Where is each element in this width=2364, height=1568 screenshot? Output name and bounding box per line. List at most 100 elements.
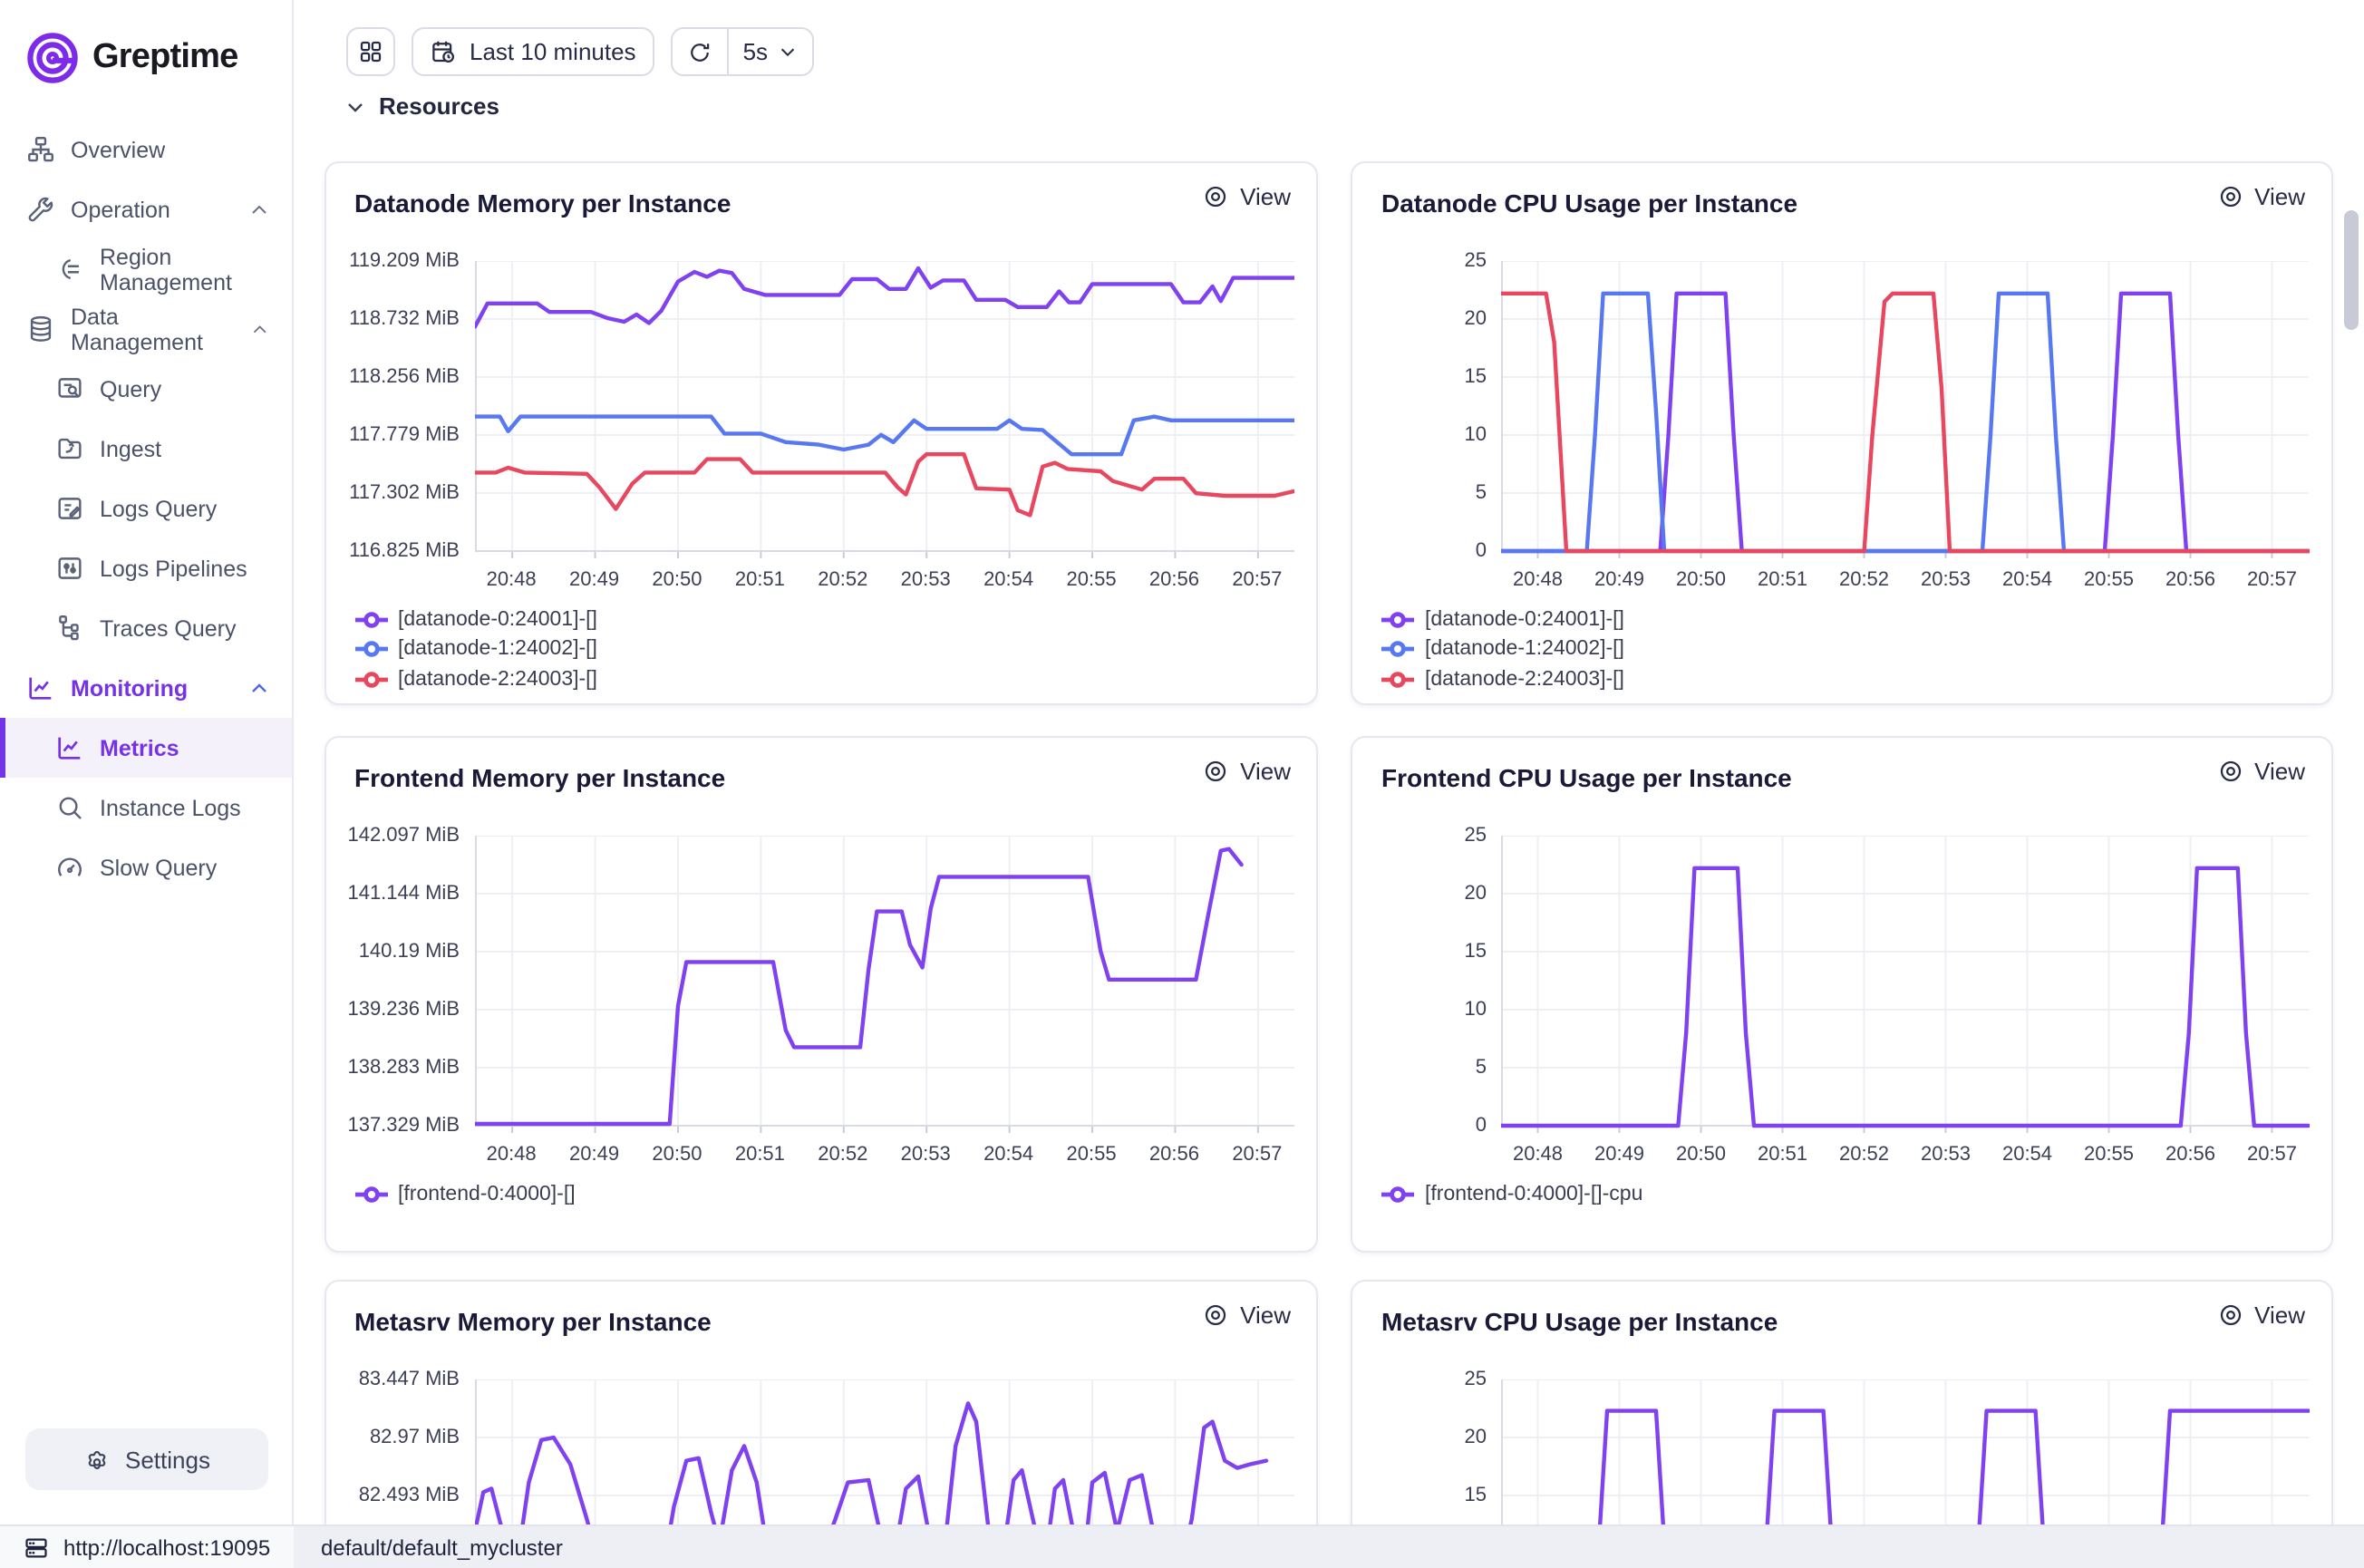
vertical-scrollbar-thumb[interactable]	[2344, 210, 2359, 330]
chevron-up-icon[interactable]	[248, 677, 270, 699]
sidebar-nav: Overview Operation Region Management Dat…	[0, 91, 292, 897]
database-icon	[25, 314, 56, 344]
x-axis-tick-label: 20:51	[735, 568, 785, 590]
refresh-button[interactable]	[673, 29, 727, 74]
y-axis-tick-label: 116.825 MiB	[333, 539, 460, 561]
resources-section-toggle[interactable]: Resources	[344, 92, 499, 120]
x-axis-tick-label: 20:57	[1232, 1144, 1282, 1166]
eye-icon	[1202, 1302, 1229, 1329]
sidebar-item-traces-query[interactable]: Traces Query	[0, 598, 292, 658]
traces-icon	[54, 613, 85, 644]
legend-item[interactable]: [frontend-0:4000]-[]	[354, 1180, 576, 1210]
x-axis-tick-label: 20:56	[2165, 568, 2215, 590]
cluster-name: default/default_mycluster	[321, 1534, 563, 1560]
sidebar-item-label: Data Management	[71, 304, 237, 354]
sidebar-item-ingest[interactable]: Ingest	[0, 419, 292, 479]
sidebar-item-metrics[interactable]: Metrics	[0, 718, 292, 778]
view-button[interactable]: View	[2216, 182, 2305, 209]
x-axis-tick-label: 20:57	[2247, 1144, 2297, 1166]
view-label: View	[2254, 1302, 2305, 1329]
legend-item[interactable]: [datanode-1:24002]-[]	[1381, 634, 1624, 664]
refresh-control: 5s	[671, 27, 813, 76]
x-axis-tick-label: 20:49	[1594, 1144, 1644, 1166]
sidebar-item-operation[interactable]: Operation	[0, 179, 292, 239]
y-axis-tick-label: 25	[1360, 825, 1487, 847]
dashboard-layout-button[interactable]	[346, 27, 395, 76]
sidebar-item-slow-query[interactable]: Slow Query	[0, 837, 292, 897]
legend-label: [datanode-2:24003]-[]	[398, 669, 597, 691]
legend-marker-icon	[354, 639, 387, 661]
x-axis-tick-label: 20:55	[2084, 568, 2134, 590]
sidebar-item-overview[interactable]: Overview	[0, 120, 292, 179]
y-axis-tick-label: 82.493 MiB	[333, 1485, 460, 1506]
view-button[interactable]: View	[1202, 758, 1291, 785]
greptime-logo[interactable]: Greptime	[0, 0, 292, 91]
legend-item[interactable]: [datanode-2:24003]-[]	[1381, 664, 1624, 694]
legend-item[interactable]: [datanode-0:24001]-[]	[1381, 605, 1624, 634]
sidebar-item-monitoring[interactable]: Monitoring	[0, 658, 292, 718]
legend-item[interactable]: [datanode-1:24002]-[]	[354, 634, 597, 664]
sidebar-item-label: Logs Query	[100, 496, 217, 521]
settings-button[interactable]: Settings	[25, 1428, 268, 1490]
x-axis-tick-label: 20:51	[735, 1144, 785, 1166]
x-axis-tick-label: 20:56	[1149, 1144, 1199, 1166]
x-axis-tick-label: 20:53	[1921, 1144, 1971, 1166]
y-axis-tick-label: 5	[1360, 1057, 1487, 1079]
view-button[interactable]: View	[2216, 758, 2305, 785]
chevron-up-icon[interactable]	[248, 198, 270, 220]
x-axis-tick-label: 20:56	[2165, 1144, 2215, 1166]
chart-title: Datanode CPU Usage per Instance	[1381, 188, 1797, 217]
view-button[interactable]: View	[2216, 1302, 2305, 1329]
sidebar-item-label: Instance Logs	[100, 795, 241, 820]
chart-title: Metasrv CPU Usage per Instance	[1381, 1307, 1778, 1336]
chart-card: Datanode Memory per Instance View [datan…	[324, 160, 1318, 704]
time-range-button[interactable]: Last 10 minutes	[412, 27, 654, 76]
legend-label: [datanode-1:24002]-[]	[1425, 639, 1624, 661]
x-axis-tick-label: 20:49	[569, 1144, 619, 1166]
main-content: Last 10 minutes 5s Resources Datanode Me…	[294, 0, 2364, 1524]
eye-icon	[2216, 1302, 2243, 1329]
y-axis-tick-label: 25	[1360, 249, 1487, 271]
y-axis-tick-label: 10	[1360, 423, 1487, 445]
sidebar-item-instance-logs[interactable]: Instance Logs	[0, 778, 292, 837]
legend-marker-icon	[1381, 669, 1414, 691]
time-range-label: Last 10 minutes	[470, 38, 636, 65]
chart-legend: [frontend-0:4000]-[]	[354, 1180, 576, 1210]
chevron-up-icon[interactable]	[251, 318, 270, 340]
x-axis-tick-label: 20:49	[569, 568, 619, 590]
legend-marker-icon	[1381, 1185, 1414, 1206]
status-bar-endpoint: http://localhost:19095	[0, 1526, 294, 1568]
x-axis-tick-label: 20:50	[1676, 568, 1726, 590]
chart-legend: [frontend-0:4000]-[]-cpu	[1381, 1180, 1642, 1210]
wrench-icon	[25, 194, 56, 225]
view-label: View	[1240, 1302, 1291, 1329]
chart-card: Frontend CPU Usage per Instance View [fr…	[1351, 736, 2332, 1253]
sidebar: Greptime Overview Operation Region Manag…	[0, 0, 294, 1524]
logs-pipelines-icon	[54, 553, 85, 584]
view-label: View	[1240, 758, 1291, 785]
legend-item[interactable]: [datanode-0:24001]-[]	[354, 605, 597, 634]
y-axis-tick-label: 0	[1360, 1115, 1487, 1137]
chart-title: Frontend Memory per Instance	[354, 763, 725, 792]
refresh-interval-select[interactable]: 5s	[727, 29, 811, 74]
sidebar-item-query[interactable]: Query	[0, 359, 292, 419]
sidebar-item-data-management[interactable]: Data Management	[0, 299, 292, 359]
chart-plot	[474, 260, 1294, 557]
y-axis-tick-label: 138.283 MiB	[333, 1057, 460, 1079]
x-axis-tick-label: 20:50	[652, 1144, 702, 1166]
x-axis-tick-label: 20:48	[487, 1144, 537, 1166]
server-url: http://localhost:19095	[63, 1534, 270, 1560]
calendar-clock-icon	[430, 38, 457, 65]
chart-card: Frontend Memory per Instance View [front…	[324, 736, 1318, 1253]
sidebar-item-logs-query[interactable]: Logs Query	[0, 479, 292, 538]
gear-icon	[83, 1446, 111, 1473]
sidebar-item-region-management[interactable]: Region Management	[0, 239, 292, 299]
view-button[interactable]: View	[1202, 1302, 1291, 1329]
sidebar-item-logs-pipelines[interactable]: Logs Pipelines	[0, 538, 292, 598]
legend-item[interactable]: [frontend-0:4000]-[]-cpu	[1381, 1180, 1642, 1210]
y-axis-tick-label: 118.256 MiB	[333, 365, 460, 387]
sitemap-icon	[25, 134, 56, 165]
legend-item[interactable]: [datanode-2:24003]-[]	[354, 664, 597, 694]
view-button[interactable]: View	[1202, 182, 1291, 209]
sidebar-item-label: Traces Query	[100, 615, 237, 641]
